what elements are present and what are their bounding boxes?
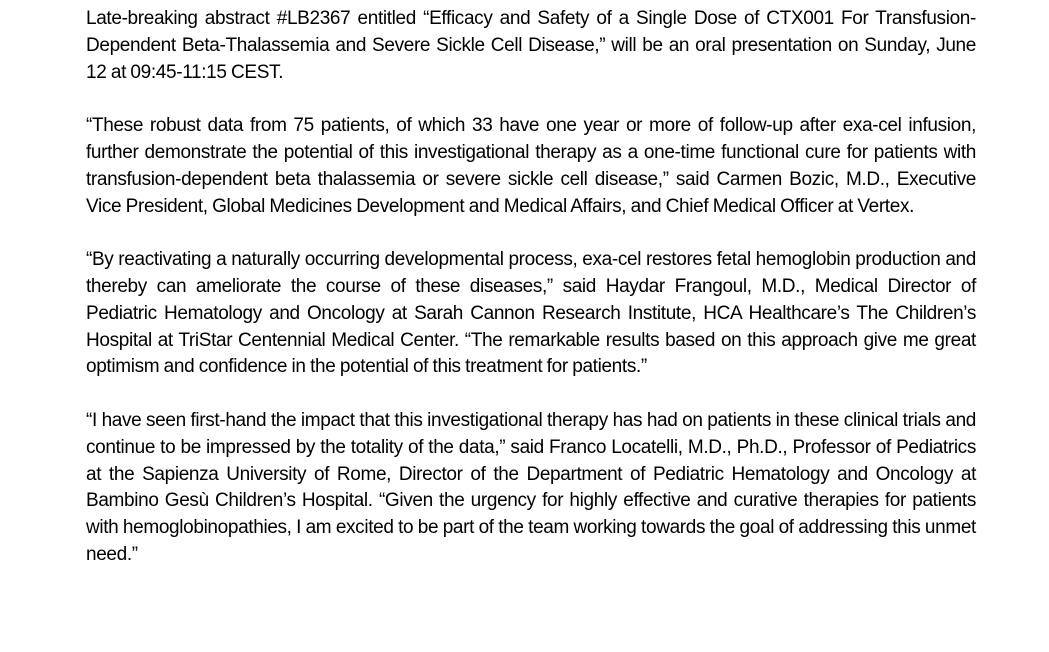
- document-body: Late-breaking abstract #LB2367 entitled …: [86, 6, 976, 569]
- paragraph-abstract-announcement: Late-breaking abstract #LB2367 entitled …: [86, 8, 976, 83]
- paragraph-frangoul-quote: “By reactivating a naturally occurring d…: [86, 249, 976, 378]
- paragraph-bozic-quote: “These robust data from 75 patients, of …: [86, 115, 976, 217]
- paragraph-locatelli-quote: “I have seen first-hand the impact that …: [86, 409, 976, 565]
